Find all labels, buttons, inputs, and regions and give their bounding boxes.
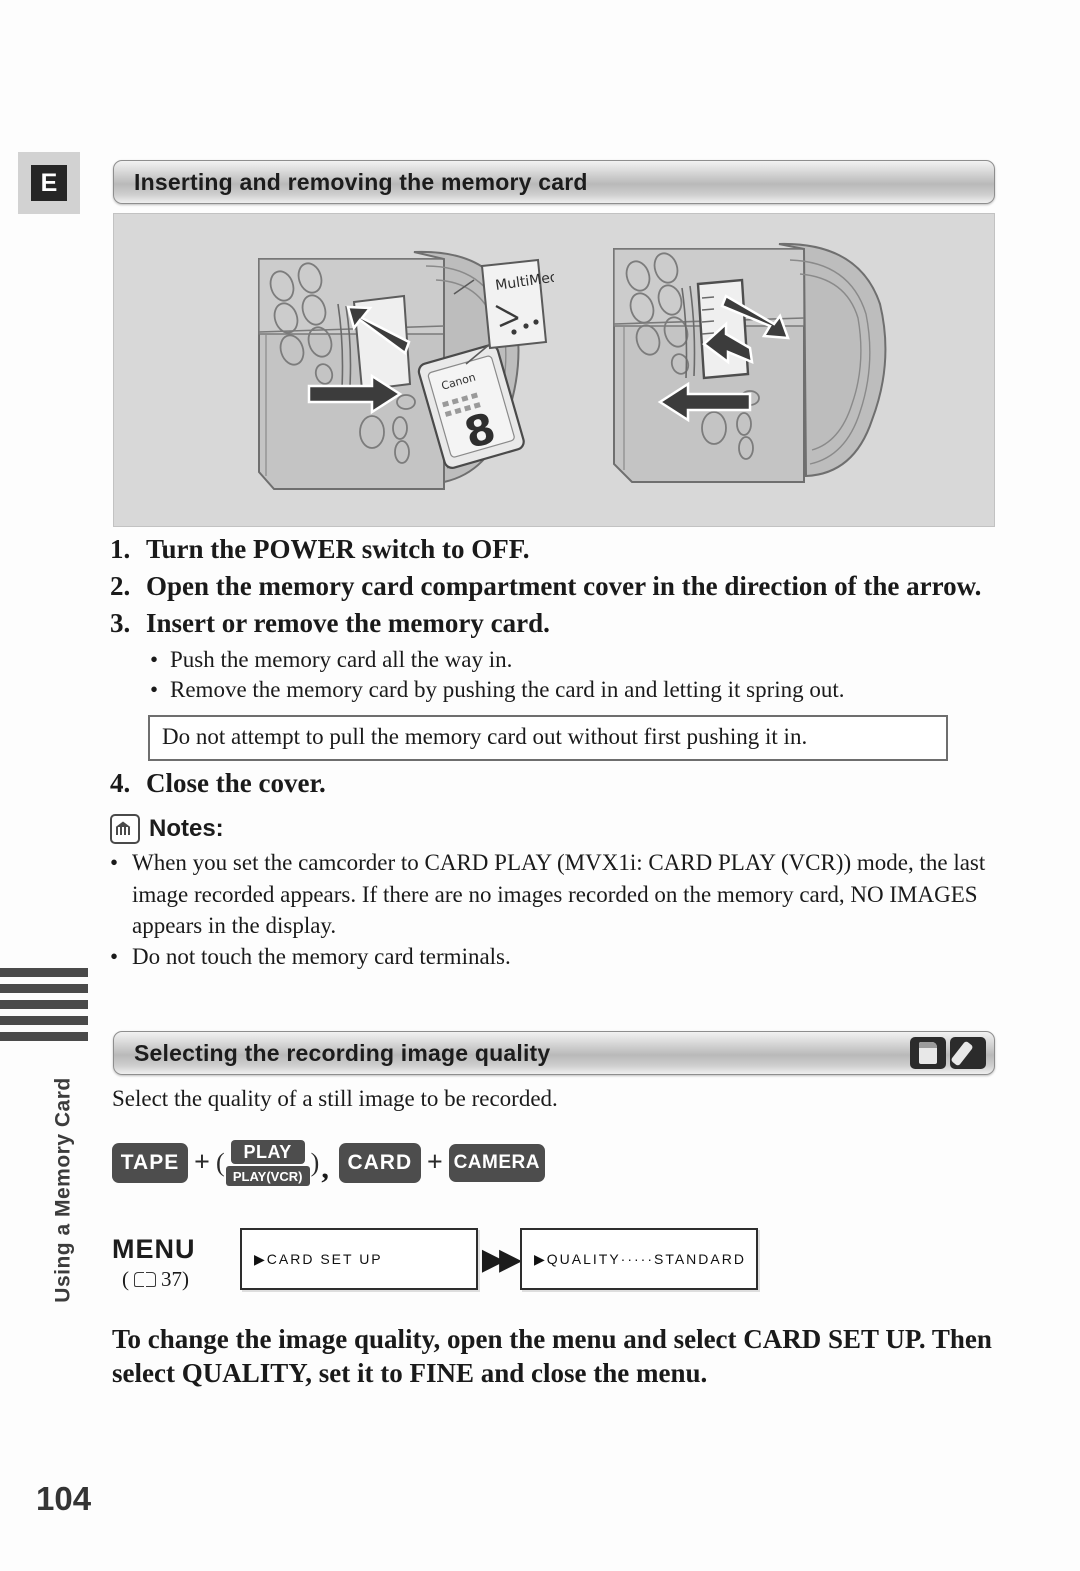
step-3-text: Insert or remove the memory card. xyxy=(146,608,550,639)
step-4: 4. Close the cover. xyxy=(110,767,1000,800)
mode-button-tape[interactable]: TAPE xyxy=(112,1143,188,1183)
section-title-inserting: Inserting and removing the memory card xyxy=(134,168,588,195)
step-3: 3. Insert or remove the memory card. xyxy=(110,607,1000,640)
step-1-text: Turn the POWER switch to OFF. xyxy=(146,534,530,564)
side-tab-label: Using a Memory Card xyxy=(52,1077,76,1303)
bullet-remove-card: • Remove the memory card by pushing the … xyxy=(150,675,1000,706)
section-header-inserting: Inserting and removing the memory card xyxy=(113,160,995,204)
mode-button-play[interactable]: PLAY xyxy=(230,1140,305,1164)
mode-button-card[interactable]: CARD xyxy=(338,1143,421,1183)
step-2-number: 2. xyxy=(110,571,131,602)
close-paren: ) xyxy=(310,1148,320,1177)
menu-box-card-set-up[interactable]: ▶CARD SET UP xyxy=(240,1228,478,1290)
chevron-right-icon: ▶▶ xyxy=(481,1242,522,1276)
bullet-dot-icon: • xyxy=(110,944,119,970)
menu-page-reference: ( 37) xyxy=(112,1267,240,1292)
notes-label: Notes: xyxy=(149,815,224,843)
menu-box-quality[interactable]: ▶QUALITY·····STANDARD xyxy=(520,1228,758,1290)
memory-card-icon xyxy=(910,1037,946,1069)
section-header-icons xyxy=(910,1037,994,1069)
comma-separator: , xyxy=(321,1152,329,1185)
mode-button-play-vcr[interactable]: PLAY(VCR) xyxy=(225,1166,310,1186)
note-item: • When you set the camcorder to CARD PLA… xyxy=(110,847,1000,941)
step-2: 2. Open the memory card compartment cove… xyxy=(110,570,1000,603)
step-3-bullets: • Push the memory card all the way in. •… xyxy=(110,645,1000,707)
bullet-push-card-text: Push the memory card all the way in. xyxy=(170,646,513,672)
book-icon xyxy=(134,1272,156,1287)
illustration-panel: Canon 8 MultiMedia xyxy=(113,213,995,527)
page-ref-open-paren: ( xyxy=(122,1267,129,1291)
mode-button-camera[interactable]: CAMERA xyxy=(448,1144,545,1182)
menu-label-group: MENU ( 37) xyxy=(112,1228,240,1292)
closing-instruction: To change the image quality, open the me… xyxy=(112,1324,992,1389)
notes-icon xyxy=(110,814,140,845)
step-4-number: 4. xyxy=(110,768,131,799)
warning-box: Do not attempt to pull the memory card o… xyxy=(148,715,948,762)
step-1-number: 1. xyxy=(110,534,131,564)
step-4-text: Close the cover. xyxy=(146,768,326,799)
section-marker-stripes xyxy=(0,968,88,1048)
bullet-dot-icon: • xyxy=(150,677,159,703)
bullet-dot-icon: • xyxy=(110,850,119,876)
play-mode-stack: PLAY PLAY(VCR) xyxy=(225,1140,310,1186)
step-2-text: Open the memory card compartment cover i… xyxy=(146,571,982,602)
note-terminals-text: Do not touch the memory card terminals. xyxy=(132,944,511,970)
section-title-quality: Selecting the recording image quality xyxy=(134,1039,551,1066)
step-3-number: 3. xyxy=(110,608,131,639)
quality-lead-text: Select the quality of a still image to b… xyxy=(112,1086,558,1111)
note-card-play-text: When you set the camcorder to CARD PLAY … xyxy=(132,850,986,938)
side-tab: Using a Memory Card xyxy=(44,1060,84,1320)
plus-sign-2: + xyxy=(426,1147,443,1178)
page-ref-number: 37) xyxy=(161,1267,189,1291)
bullet-remove-card-text: Remove the memory card by pushing the ca… xyxy=(170,677,845,703)
step-1: 1. Turn the POWER switch to OFF. xyxy=(110,533,1000,566)
language-badge: E xyxy=(18,152,80,214)
manual-page: E Inserting and removing the memory card xyxy=(0,0,1080,1571)
menu-box-quality-text: ▶QUALITY·····STANDARD xyxy=(534,1250,746,1267)
note-item: • Do not touch the memory card terminals… xyxy=(110,941,1000,972)
pen-icon xyxy=(950,1037,986,1069)
page-number: 104 xyxy=(36,1480,92,1517)
language-badge-letter: E xyxy=(31,165,67,201)
plus-sign-1: + xyxy=(194,1147,210,1178)
open-paren: ( xyxy=(215,1148,225,1177)
notes-heading: Notes: xyxy=(110,814,1000,845)
removing-memory-card-illustration xyxy=(554,214,994,526)
instruction-steps: 1. Turn the POWER switch to OFF. 2. Open… xyxy=(110,533,1000,973)
mode-button-row: TAPE + ( PLAY PLAY(VCR) ) , CARD + CAMER… xyxy=(112,1140,545,1186)
bullet-push-card: • Push the memory card all the way in. xyxy=(150,645,1000,676)
menu-box-card-set-up-text: ▶CARD SET UP xyxy=(254,1250,383,1267)
bullet-dot-icon: • xyxy=(150,646,159,672)
section-header-quality: Selecting the recording image quality xyxy=(113,1031,995,1075)
menu-navigation-row: MENU ( 37) ▶CARD SET UP ▶▶ ▶QUALITY·····… xyxy=(112,1228,758,1292)
inserting-memory-card-illustration: Canon 8 MultiMedia xyxy=(114,214,554,526)
menu-label: MENU xyxy=(112,1234,196,1264)
